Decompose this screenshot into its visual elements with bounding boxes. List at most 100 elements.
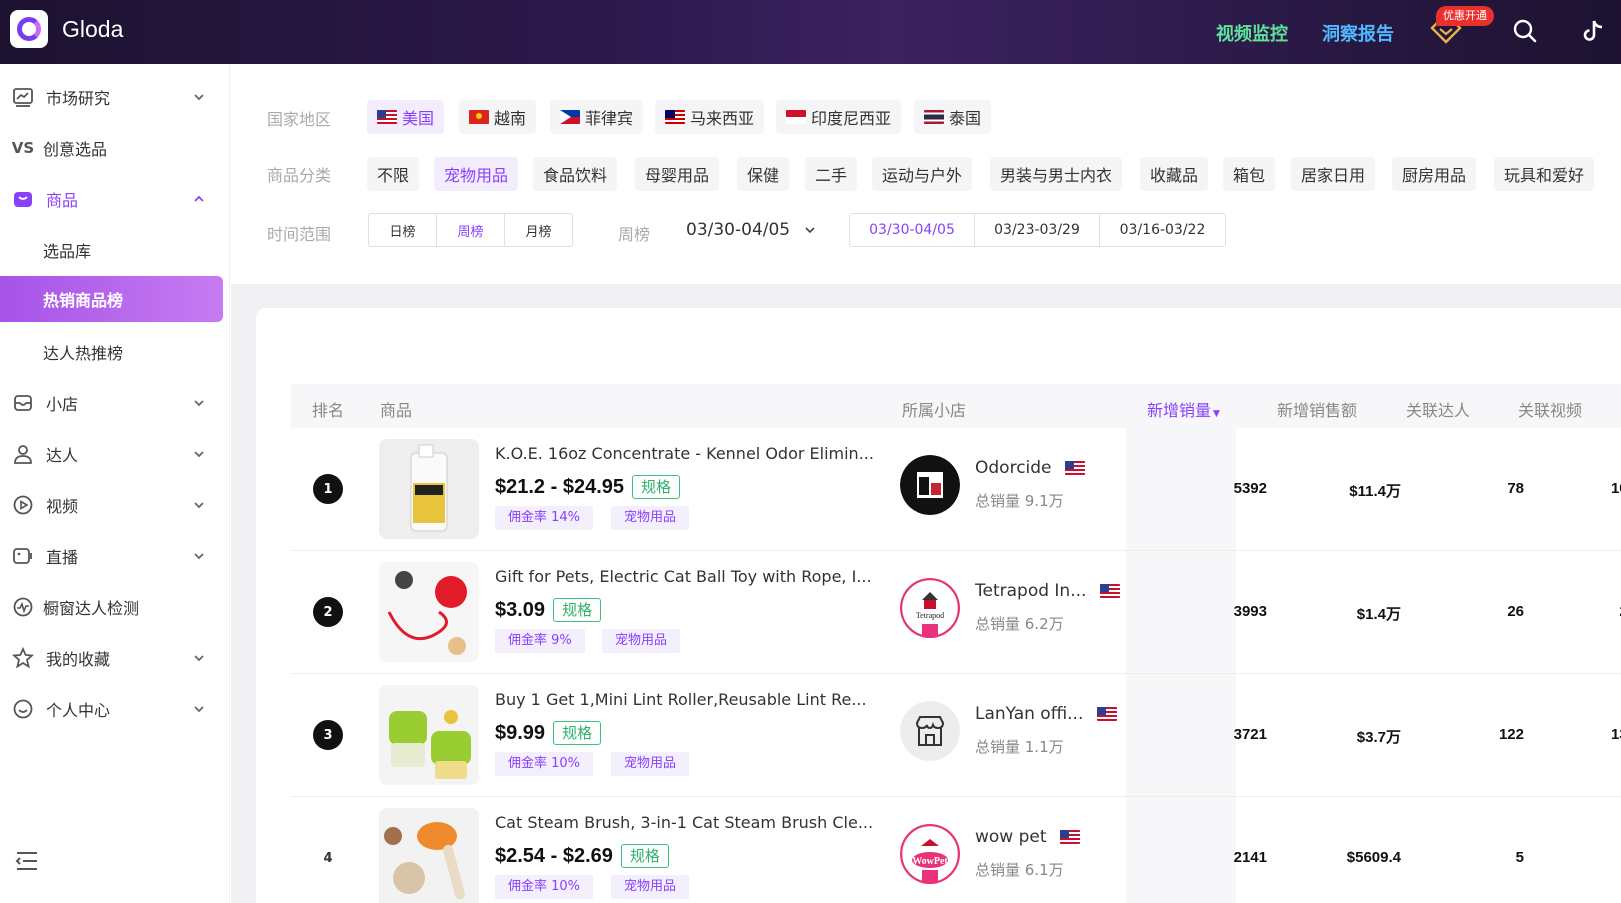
shop-avatar[interactable]: [900, 455, 960, 515]
logo-icon[interactable]: [10, 10, 48, 48]
time-tab-weekly[interactable]: 周榜: [437, 214, 505, 246]
spec-button[interactable]: 规格: [620, 844, 669, 868]
sidebar-item-favorites[interactable]: 我的收藏: [0, 635, 230, 681]
product-image[interactable]: [379, 685, 479, 785]
vip-badge[interactable]: 优惠开通: [1436, 6, 1494, 26]
category-chip-baby[interactable]: 母婴用品: [635, 157, 720, 191]
us-flag-icon: [377, 110, 397, 124]
videos-value[interactable]: 26: [1524, 603, 1621, 620]
shop-avatar[interactable]: [900, 701, 960, 761]
category-chip-sports[interactable]: 运动与户外: [872, 157, 973, 191]
new-revenue-value: $11.4万: [1349, 483, 1401, 500]
category-chip-all[interactable]: 不限: [367, 157, 420, 191]
region-chip-id[interactable]: 印度尼西亚: [776, 100, 902, 134]
spec-button[interactable]: 规格: [553, 598, 602, 622]
region-chip-ph[interactable]: 菲律宾: [550, 100, 644, 134]
region-chip-th[interactable]: 泰国: [914, 100, 992, 134]
week-tab-2[interactable]: 03/16-03/22: [1100, 214, 1225, 246]
category-chip-kitchen[interactable]: 厨房用品: [1392, 157, 1477, 191]
category-chip-collectibles[interactable]: 收藏品: [1140, 157, 1209, 191]
search-icon[interactable]: [1512, 18, 1538, 44]
col-header-videos[interactable]: 关联视频: [1518, 397, 1582, 421]
my-flag-icon: [665, 110, 685, 124]
sidebar-item-creative[interactable]: VS 创意选品: [0, 125, 230, 171]
play-icon: [13, 495, 33, 515]
creators-value[interactable]: 5: [1401, 849, 1524, 866]
sidebar-item-hot-products[interactable]: 热销商品榜: [0, 276, 223, 322]
menu-collapse-icon[interactable]: [14, 848, 40, 874]
category-chip-used[interactable]: 二手: [805, 157, 858, 191]
table-row[interactable]: 3 Buy 1 Get 1,Mini Lint Roller,Reusable …: [291, 674, 1621, 797]
videos-value[interactable]: 4: [1524, 849, 1621, 866]
sidebar-item-selection-library[interactable]: 选品库: [0, 227, 230, 273]
col-header-rank: 排名: [312, 401, 345, 420]
category-chip-food[interactable]: 食品饮料: [533, 157, 618, 191]
brand-name[interactable]: Gloda: [62, 16, 123, 43]
table-row[interactable]: 1 K.O.E. 16oz Concentrate - Kennel Odor …: [291, 428, 1621, 551]
week-tab-0[interactable]: 03/30-04/05: [850, 214, 975, 246]
creators-value[interactable]: 122: [1401, 726, 1524, 743]
col-header-new-revenue[interactable]: 新增销售额: [1277, 397, 1357, 421]
product-image[interactable]: [379, 562, 479, 662]
chevron-down-icon: [804, 227, 815, 234]
time-tab-daily[interactable]: 日榜: [369, 214, 437, 246]
product-image[interactable]: [379, 808, 479, 903]
sidebar-item-store[interactable]: 小店: [0, 380, 230, 426]
sidebar-item-label: 达人: [46, 446, 79, 465]
category-tag: 宠物用品: [611, 752, 690, 776]
product-image[interactable]: [379, 439, 479, 539]
col-header-creators[interactable]: 关联达人: [1406, 397, 1470, 421]
shop-name[interactable]: wow pet: [975, 827, 1085, 847]
product-title[interactable]: Gift for Pets, Electric Cat Ball Toy wit…: [495, 567, 875, 586]
table-row[interactable]: 4 Cat Steam Brush, 3-in-1 Cat Steam Brus…: [291, 797, 1621, 903]
chevron-down-icon: [194, 655, 204, 662]
shop-name[interactable]: Odorcide: [975, 458, 1090, 478]
region-chip-my[interactable]: 马来西亚: [655, 100, 765, 134]
category-chip-pet[interactable]: 宠物用品: [434, 157, 519, 191]
sidebar-item-profile[interactable]: 个人中心: [0, 686, 230, 732]
region-chip-us[interactable]: 美国: [367, 100, 445, 134]
sidebar-item-products[interactable]: 商品: [0, 176, 230, 222]
spec-button[interactable]: 规格: [632, 475, 681, 499]
shop-name[interactable]: Tetrapod In...: [975, 581, 1125, 601]
spec-button[interactable]: 规格: [553, 721, 602, 745]
tiktok-icon[interactable]: [1580, 18, 1606, 44]
product-title[interactable]: Buy 1 Get 1,Mini Lint Roller,Reusable Li…: [495, 690, 875, 709]
sidebar-item-creators[interactable]: 达人: [0, 431, 230, 477]
week-select[interactable]: 03/30-04/05: [686, 220, 816, 240]
region-label: 国家地区: [267, 110, 332, 129]
product-title[interactable]: K.O.E. 16oz Concentrate - Kennel Odor El…: [495, 444, 875, 463]
category-chip-menswear[interactable]: 男装与男士内衣: [990, 157, 1123, 191]
sidebar-item-creator-hot[interactable]: 达人热推榜: [0, 329, 230, 375]
period-label: 周榜: [618, 225, 651, 244]
videos-value[interactable]: 138: [1524, 726, 1621, 743]
creators-value[interactable]: 26: [1401, 603, 1524, 620]
category-chip-health[interactable]: 保健: [737, 157, 790, 191]
vs-icon: VS: [11, 139, 35, 157]
video-monitor-link[interactable]: 视频监控: [1216, 20, 1288, 46]
shop-total-sales: 总销量 9.1万: [975, 492, 1064, 510]
col-header-new-sales[interactable]: 新增销量 ▼: [1147, 397, 1220, 421]
insight-report-link[interactable]: 洞察报告: [1322, 20, 1394, 46]
shop-name[interactable]: LanYan offi...: [975, 704, 1122, 724]
week-tab-1[interactable]: 03/23-03/29: [975, 214, 1100, 246]
product-title[interactable]: Cat Steam Brush, 3-in-1 Cat Steam Brush …: [495, 813, 875, 832]
category-chip-toys[interactable]: 玩具和爱好: [1494, 157, 1595, 191]
sidebar-item-market-research[interactable]: 市场研究: [0, 74, 230, 120]
table-row[interactable]: 2 Gift for Pets, Electric Cat Ball Toy w…: [291, 551, 1621, 674]
videos-value[interactable]: 109: [1524, 480, 1621, 497]
sidebar-item-videos[interactable]: 视频: [0, 482, 230, 528]
category-chip-bags[interactable]: 箱包: [1223, 157, 1276, 191]
us-flag-icon: [1099, 584, 1120, 598]
time-tab-monthly[interactable]: 月榜: [505, 214, 572, 246]
commission-tag: 佣金率 10%: [495, 752, 594, 776]
sidebar-item-live[interactable]: 直播: [0, 533, 230, 579]
creators-value[interactable]: 78: [1401, 480, 1524, 497]
shop-avatar[interactable]: Tetrapod: [900, 578, 960, 638]
vn-flag-icon: [469, 110, 489, 124]
week-quick-tabs: 03/30-04/05 03/23-03/29 03/16-03/22: [849, 213, 1226, 247]
sidebar-item-showcase-check[interactable]: 橱窗达人检测: [0, 584, 230, 630]
region-chip-vn[interactable]: 越南: [459, 100, 537, 134]
shop-avatar[interactable]: WowPet: [900, 824, 960, 884]
category-chip-home[interactable]: 居家日用: [1291, 157, 1376, 191]
